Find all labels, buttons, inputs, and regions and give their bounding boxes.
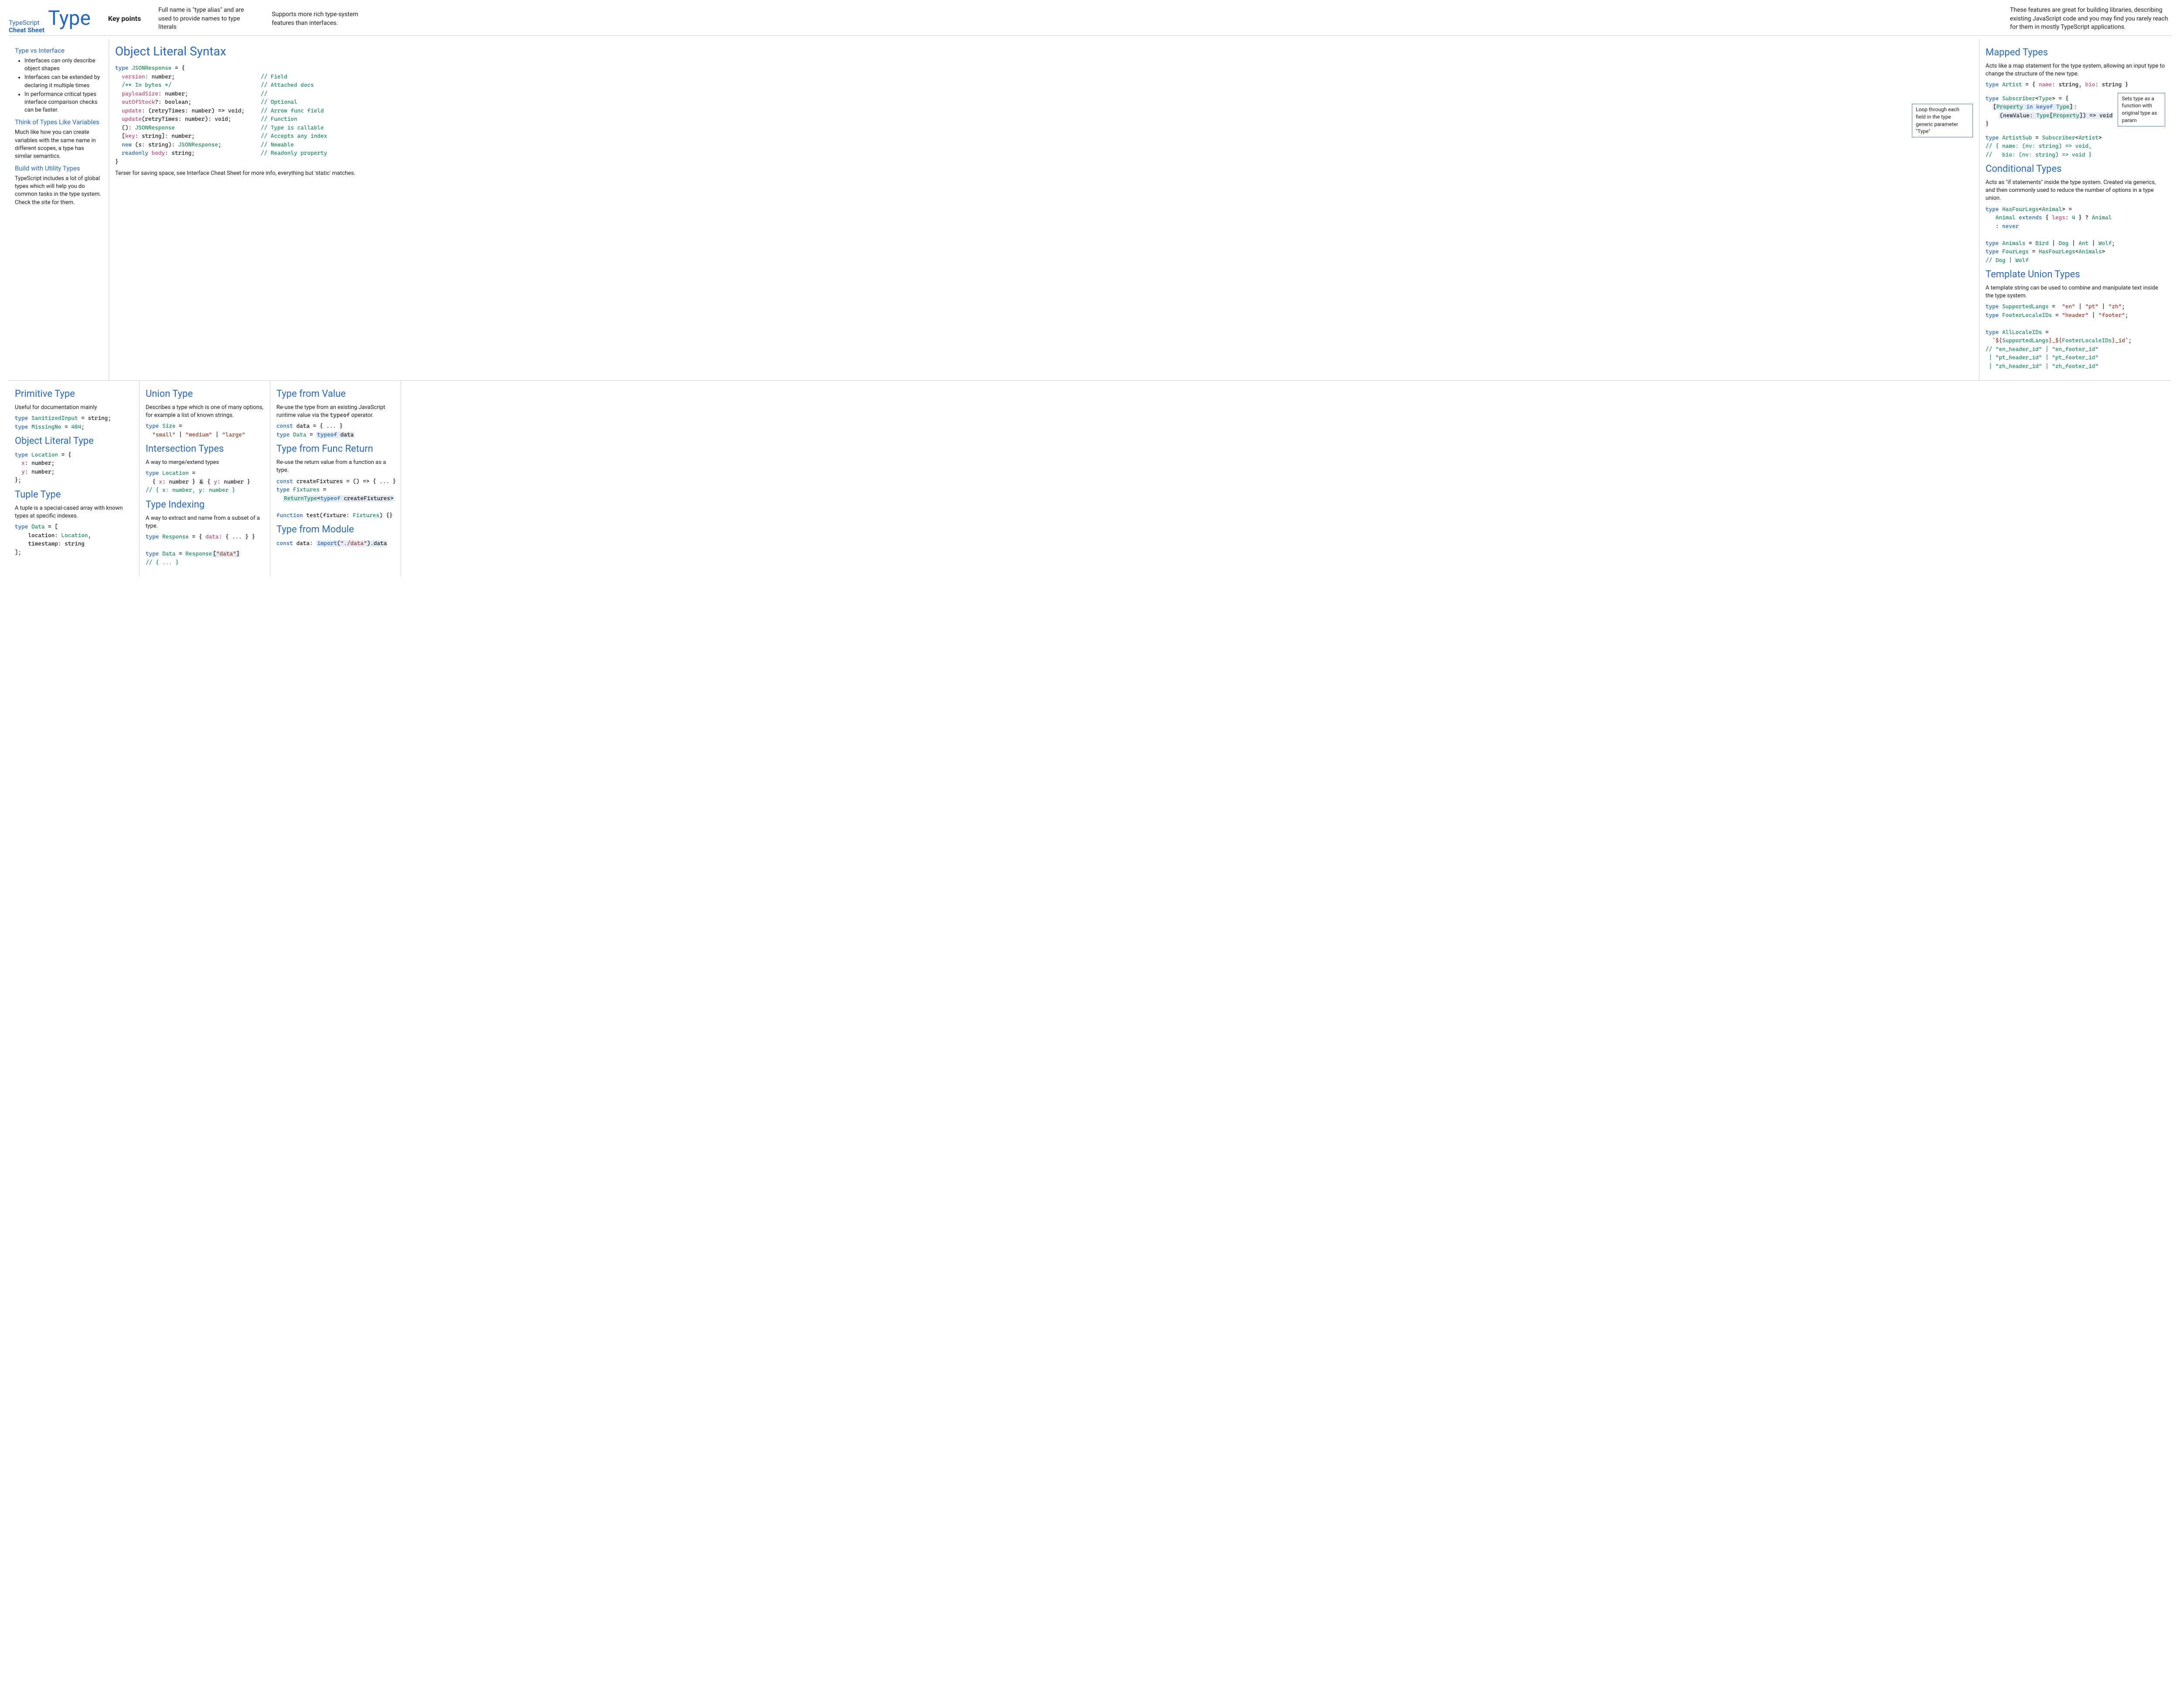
tfv-desc: Re-use the type from an existing JavaScr… — [276, 404, 395, 419]
mapped-code-artist: type Artist = { name: string, bio: strin… — [1986, 81, 2165, 89]
callout-loop: Loop through each field in the type gene… — [1912, 104, 1973, 137]
mapped-code-artistsub: type ArtistSub = Subscriber<Artist> // {… — [1986, 134, 2165, 160]
header-bar: TypeScript Cheat Sheet Type Key points F… — [9, 4, 2171, 36]
brand-line1: TypeScript — [9, 19, 44, 27]
prim-desc: Useful for documentation mainly — [15, 404, 133, 412]
col-union: Union Type Describes a type which is one… — [140, 381, 270, 576]
callout-sets-type: Sets type as a function with original ty… — [2118, 93, 2165, 126]
ols-tail: Terser for saving space, see Interface C… — [115, 170, 1903, 177]
section-object-literal-syntax: Object Literal Syntax type JSONResponse … — [109, 39, 1979, 380]
tuple-desc: A tuple is a special-cased array with kn… — [15, 505, 133, 520]
tfm-code: const data: import("./data").data — [276, 539, 395, 548]
tfr-code: const createFixtures = () => { ... } typ… — [276, 477, 395, 520]
tuple-code: type Data = [ location: Location, timest… — [15, 523, 133, 557]
inter-title: Intersection Types — [146, 443, 264, 456]
row-bottom: Primitive Type Useful for documentation … — [9, 381, 2171, 576]
objlit-title: Object Literal Type — [15, 435, 133, 448]
side-h-utility: Build with Utility Types — [15, 164, 102, 173]
row-top: Type vs Interface Interfaces can only de… — [9, 39, 2171, 381]
mapped-desc: Acts like a map statement for the type s… — [1986, 62, 2165, 78]
brand: TypeScript Cheat Sheet Type — [9, 4, 91, 34]
cond-desc: Acts as "if statements" inside the type … — [1986, 179, 2165, 203]
tmpl-code: type SupportedLangs = "en" | "pt" | "zh"… — [1986, 303, 2165, 371]
side-h-variables: Think of Types Like Variables — [15, 118, 102, 127]
right-top-column: Mapped Types Acts like a map statement f… — [1979, 39, 2171, 380]
mapped-code-subscriber: type Subscriber<Type> = { [Property in k… — [1986, 95, 2113, 129]
side-bullet: Interfaces can be extended by declaring … — [24, 74, 102, 89]
prim-title: Primitive Type — [15, 388, 133, 401]
inter-desc: A way to merge/extend types — [146, 459, 264, 467]
side-p: TypeScript includes a lot of global type… — [15, 175, 102, 207]
brand-line2: Cheat Sheet — [9, 27, 44, 34]
cond-code: type HasFourLegs<Animal> = Animal extend… — [1986, 205, 2165, 265]
tmpl-title: Template Union Types — [1986, 268, 2165, 282]
keypoint-3: These features are great for building li… — [2010, 6, 2171, 32]
union-title: Union Type — [146, 388, 264, 401]
tfm-title: Type from Module — [276, 523, 395, 537]
tmpl-desc: A template string can be used to combine… — [1986, 284, 2165, 300]
index-code: type Response = { data: { ... } } type D… — [146, 533, 264, 567]
ols-code: type JSONResponse = { version: number;//… — [115, 64, 1903, 166]
cond-title: Conditional Types — [1986, 163, 2165, 176]
mapped-title: Mapped Types — [1986, 46, 2165, 60]
tfv-code: const data = { ... } type Data = typeof … — [276, 422, 395, 439]
side-bullet: In performance critical types interface … — [24, 91, 102, 115]
objlit-code: type Location = { x: number; y: number; … — [15, 451, 133, 485]
sidebar: Type vs Interface Interfaces can only de… — [9, 39, 109, 380]
tfr-title: Type from Func Return — [276, 443, 395, 456]
inter-code: type Location = { x: number } & { y: num… — [146, 469, 264, 495]
tuple-title: Tuple Type — [15, 488, 133, 502]
keypoint-1: Full name is "type alias" and are used t… — [158, 6, 254, 32]
prim-code: type SanitizedInput = string; type Missi… — [15, 414, 133, 431]
side-p: Much like how you can create variables w… — [15, 129, 102, 160]
col-spacer — [401, 381, 2171, 576]
keypoint-2: Supports more rich type-system features … — [272, 10, 368, 27]
ols-title: Object Literal Syntax — [115, 43, 1903, 60]
side-h-type-vs-interface: Type vs Interface — [15, 46, 102, 55]
col-type-from: Type from Value Re-use the type from an … — [270, 381, 401, 576]
index-title: Type Indexing — [146, 498, 264, 512]
tfr-desc: Re-use the return value from a function … — [276, 459, 395, 474]
col-primitive: Primitive Type Useful for documentation … — [9, 381, 140, 576]
keypoints-label: Key points — [108, 14, 141, 24]
tfv-title: Type from Value — [276, 388, 395, 401]
union-desc: Describes a type which is one of many op… — [146, 404, 264, 419]
union-code: type Size = "small" | "medium" | "large" — [146, 422, 264, 439]
side-bullet: Interfaces can only describe object shap… — [24, 57, 102, 73]
brand-main: Type — [48, 4, 91, 32]
index-desc: A way to extract and name from a subset … — [146, 515, 264, 530]
